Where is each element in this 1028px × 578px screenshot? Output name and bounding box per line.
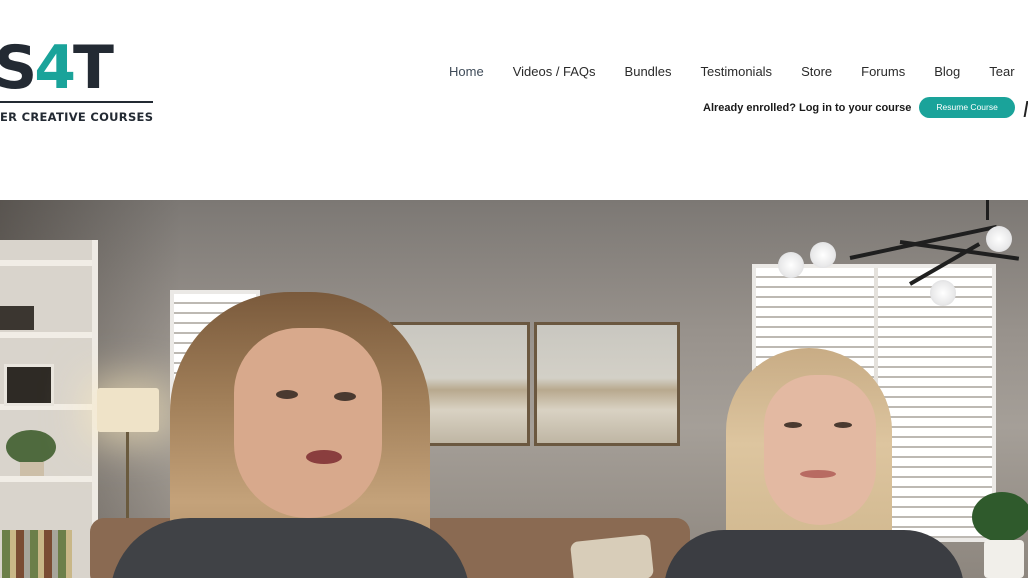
face bbox=[764, 375, 876, 525]
nav-item-store[interactable]: Store bbox=[801, 64, 832, 79]
shelf bbox=[0, 332, 92, 338]
chandelier-pendant bbox=[986, 200, 989, 220]
nav-item-home[interactable]: Home bbox=[449, 64, 484, 79]
eye bbox=[834, 422, 852, 428]
shirt bbox=[664, 530, 964, 578]
shelf bbox=[0, 476, 92, 482]
wall-painting-right bbox=[534, 322, 680, 446]
pillow bbox=[569, 533, 655, 578]
eye bbox=[334, 392, 356, 401]
nav-item-videos-faqs[interactable]: Videos / FAQs bbox=[513, 64, 596, 79]
mouth bbox=[306, 450, 342, 464]
nav-item-team[interactable]: Tear bbox=[989, 64, 1014, 79]
face bbox=[234, 328, 382, 518]
site-header: S4T ER CREATIVE COURSES Home Videos / FA… bbox=[0, 0, 1028, 200]
chandelier-bulb bbox=[778, 252, 804, 278]
chandelier-bulb bbox=[930, 280, 956, 306]
chandelier-bulb bbox=[986, 226, 1012, 252]
cart-icon[interactable] bbox=[1023, 101, 1028, 117]
shirt bbox=[110, 518, 470, 578]
lamp-shade bbox=[97, 388, 159, 432]
books bbox=[2, 530, 72, 578]
chandelier bbox=[778, 200, 1028, 306]
side-pot bbox=[984, 540, 1024, 578]
shelf-box bbox=[0, 306, 34, 330]
nav-item-bundles[interactable]: Bundles bbox=[625, 64, 672, 79]
bookshelf bbox=[0, 240, 98, 578]
shelf-pot bbox=[20, 462, 44, 476]
enroll-row: Already enrolled? Log in to your course … bbox=[703, 97, 1015, 118]
logo-divider bbox=[0, 101, 153, 103]
shelf-frame bbox=[4, 364, 54, 406]
logo-tagline: ER CREATIVE COURSES bbox=[0, 110, 154, 124]
shelf bbox=[0, 260, 92, 266]
resume-course-button[interactable]: Resume Course bbox=[919, 97, 1015, 118]
nav-item-forums[interactable]: Forums bbox=[861, 64, 905, 79]
enrolled-login-prompt: Already enrolled? Log in to your course bbox=[703, 101, 912, 114]
main-nav: Home Videos / FAQs Bundles Testimonials … bbox=[449, 64, 1028, 79]
eye bbox=[784, 422, 802, 428]
logo-mark: S4T bbox=[0, 33, 114, 103]
chandelier-bulb bbox=[810, 242, 836, 268]
side-plant bbox=[972, 492, 1028, 542]
mouth bbox=[800, 470, 836, 478]
hero-video-image[interactable] bbox=[0, 200, 1028, 578]
nav-item-testimonials[interactable]: Testimonials bbox=[701, 64, 773, 79]
nav-item-blog[interactable]: Blog bbox=[934, 64, 960, 79]
shelf-plant bbox=[6, 430, 56, 464]
site-logo[interactable]: S4T ER CREATIVE COURSES bbox=[0, 38, 160, 130]
eye bbox=[276, 390, 298, 399]
